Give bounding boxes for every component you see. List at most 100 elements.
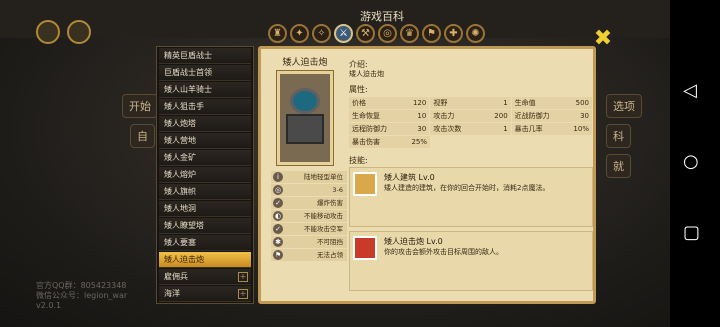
list-item[interactable]: 精英巨盾战士: [159, 48, 251, 64]
bg-button-start: 开始: [122, 94, 158, 118]
skill-name: 矮人建筑 Lv.0: [384, 173, 435, 182]
gear-icon[interactable]: ✺: [466, 24, 485, 43]
stat-cell: 视野 1: [430, 97, 511, 109]
bg-button-4: 就: [606, 154, 631, 178]
hammer-icon[interactable]: ⚒: [356, 24, 375, 43]
tag-label: 不能攻击空军: [304, 225, 343, 233]
tag-label: 无法占领: [317, 251, 343, 259]
profile-icon[interactable]: [36, 20, 60, 44]
stat-key: 远程防御力: [352, 125, 387, 133]
explosion-icon: ✓: [273, 198, 283, 208]
footer-wechat: 微信公众号：legion_war: [36, 291, 128, 300]
attr-label: 属性:: [349, 85, 368, 94]
expand-icon: +: [238, 272, 248, 282]
bg-button-1: 自: [130, 124, 155, 148]
list-item[interactable]: 矮人瞭望塔: [159, 218, 251, 234]
list-item[interactable]: 矮人旗帜: [159, 184, 251, 200]
stat-cell: 暴击几率 10%: [511, 123, 592, 135]
skill-card: 矮人建筑 Lv.0 矮人建造的建筑，在你的回合开始时，消耗2点魔法。: [349, 167, 593, 227]
stat-key: 暴击几率: [514, 125, 543, 133]
info-icon: i: [273, 172, 283, 182]
back-icon[interactable]: ◁: [683, 80, 697, 101]
stat-value: 25%: [411, 138, 427, 146]
shop-icon[interactable]: [67, 20, 91, 44]
tag-item: ◐ 不能移动攻击: [271, 210, 347, 222]
claw-icon[interactable]: ✧: [312, 24, 331, 43]
category-tabs: ♜ ✦ ✧ ⚔ ⚒ ◎ ♛ ⚑ ✚ ✺: [268, 24, 485, 43]
list-item[interactable]: 矮人狙击手: [159, 99, 251, 115]
stat-value: 1: [503, 99, 508, 107]
list-group-mercenary[interactable]: 雇佣兵 +: [159, 269, 251, 285]
tag-label: 爆炸伤害: [317, 199, 343, 207]
banner-icon[interactable]: ⚑: [422, 24, 441, 43]
tag-item: ✱ 不可阻挡: [271, 236, 347, 248]
skill-card: 矮人迫击炮 Lv.0 你的攻击会额外攻击目标周围的敌人。: [349, 231, 593, 291]
window-title: 游戏百科: [360, 10, 404, 23]
crown-icon[interactable]: ♛: [400, 24, 419, 43]
unstoppable-icon: ✱: [273, 237, 283, 247]
list-item[interactable]: 矮人金矿: [159, 150, 251, 166]
stat-value: 10: [417, 112, 427, 120]
list-item[interactable]: 矮人要塞: [159, 235, 251, 251]
stat-value: 1: [503, 125, 508, 133]
tag-label: 3-6: [332, 186, 343, 194]
unit-portrait: [276, 70, 334, 166]
stat-key: 生命恢复: [352, 112, 380, 120]
stat-key: 生命值: [514, 99, 536, 107]
list-item[interactable]: 矮人地洞: [159, 201, 251, 217]
stat-key: 暴击伤害: [352, 138, 380, 146]
list-item-active[interactable]: 矮人迫击炮: [159, 252, 251, 268]
helmet-icon[interactable]: ♜: [268, 24, 287, 43]
stat-value: 10%: [573, 125, 589, 133]
tag-label: 不可阻挡: [317, 238, 343, 246]
spiral-icon[interactable]: ◎: [378, 24, 397, 43]
list-item[interactable]: 矮人熔炉: [159, 167, 251, 183]
list-item[interactable]: 矮人山羊骑士: [159, 82, 251, 98]
mortar-barrel: [290, 88, 320, 114]
cross-icon[interactable]: ✚: [444, 24, 463, 43]
list-item[interactable]: 矮人营地: [159, 133, 251, 149]
unit-tags: i 陆地轻型单位 ◎ 3-6 ✓ 爆炸伤害 ◐ 不能移动攻击 ✓ 不能攻击空军 ✱ 不可阻挡…: [271, 171, 347, 262]
no-capture-icon: ⚑: [273, 250, 283, 260]
intro-text: 矮人迫击炮: [349, 70, 384, 78]
stats-grid: 价格 120 视野 1 生命值 500 生命恢复 10 攻击力 200 近战防御力 30 远…: [349, 97, 593, 149]
tag-label: 不能移动攻击: [304, 212, 343, 220]
tag-item: ◎ 3-6: [271, 184, 347, 196]
list-item[interactable]: 矮人炮塔: [159, 116, 251, 132]
stat-cell: 生命恢复 10: [349, 110, 430, 122]
mortar-base: [286, 114, 324, 144]
stat-value: 30: [417, 125, 427, 133]
bg-button-wiki: 科: [606, 124, 631, 148]
stat-key: 价格: [352, 99, 366, 107]
skill-desc: 你的攻击会额外攻击目标周围的敌人。: [384, 248, 503, 256]
expand-icon: +: [238, 289, 248, 299]
list-group-label: 海洋: [164, 289, 180, 298]
stat-cell: 近战防御力 30: [511, 110, 592, 122]
skill-label: 技能:: [349, 156, 368, 165]
tag-item: i 陆地轻型单位: [271, 171, 347, 183]
unit-name: 矮人迫击炮: [282, 58, 328, 68]
stat-value: 200: [494, 112, 508, 120]
skill-desc: 矮人建造的建筑，在你的回合开始时，消耗2点魔法。: [384, 184, 550, 192]
mortar-skill-icon: [353, 236, 377, 260]
list-group-ocean[interactable]: 海洋 +: [159, 286, 251, 302]
stat-value: 120: [412, 99, 427, 107]
android-nav-bar: ◁ ○ ▢: [670, 0, 720, 327]
footer-qq: 官方QQ群：805423348: [36, 281, 127, 290]
list-item[interactable]: 巨盾战士首领: [159, 65, 251, 81]
unit-detail-panel: 矮人迫击炮 i 陆地轻型单位 ◎ 3-6 ✓ 爆炸伤害 ◐ 不能移动攻击 ✓ 不能攻击空军…: [258, 46, 596, 304]
stat-cell: 价格 120: [349, 97, 430, 109]
bg-button-options: 选项: [606, 94, 642, 118]
range-icon: ◎: [273, 185, 283, 195]
home-icon[interactable]: ○: [683, 151, 699, 172]
no-move-icon: ◐: [273, 211, 283, 221]
recent-apps-icon[interactable]: ▢: [683, 222, 700, 243]
list-group-label: 雇佣兵: [164, 272, 188, 281]
tag-item: ✓ 不能攻击空军: [271, 223, 347, 235]
axe-icon[interactable]: ✦: [290, 24, 309, 43]
unit-list[interactable]: 精英巨盾战士 巨盾战士首领 矮人山羊骑士 矮人狙击手 矮人炮塔 矮人营地 矮人金…: [156, 46, 254, 304]
no-air-icon: ✓: [273, 224, 283, 234]
sword-icon[interactable]: ⚔: [334, 24, 353, 43]
stat-cell: 远程防御力 30: [349, 123, 430, 135]
building-skill-icon: [353, 172, 377, 196]
